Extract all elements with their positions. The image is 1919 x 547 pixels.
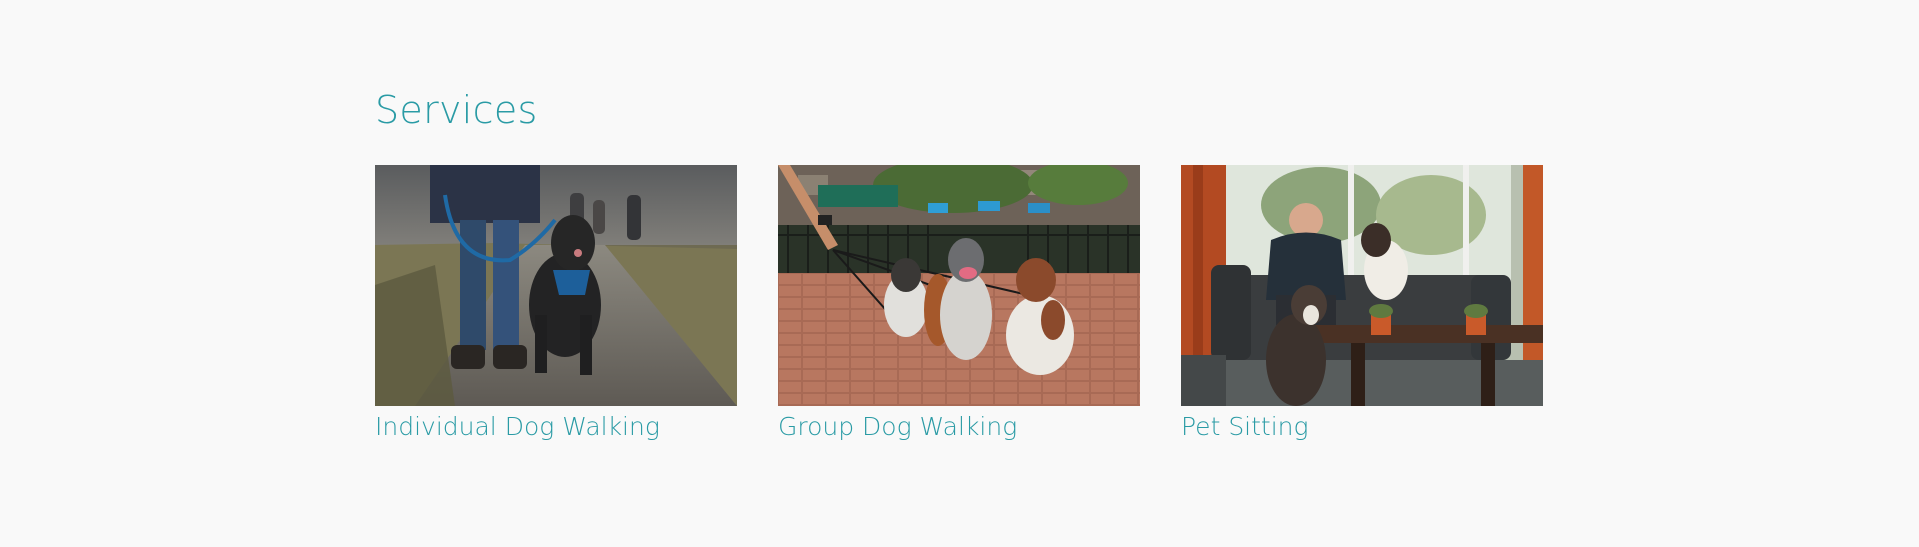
service-card-group-dog-walking: Group Dog Walking: [778, 165, 1140, 444]
group-dogs-photo: [778, 165, 1140, 406]
service-card-individual-dog-walking: Individual Dog Walking: [375, 165, 737, 444]
service-image-individual-dog-walking[interactable]: [375, 165, 737, 406]
dog-walking-photo: [375, 165, 737, 406]
service-card-pet-sitting: Pet Sitting: [1181, 165, 1543, 444]
service-image-group-dog-walking[interactable]: [778, 165, 1140, 406]
service-link-group-dog-walking[interactable]: Group Dog Walking: [778, 410, 1140, 444]
service-link-pet-sitting[interactable]: Pet Sitting: [1181, 410, 1543, 444]
services-card-grid: Individual Dog Walking Group Dog Walking…: [375, 165, 1545, 465]
service-image-pet-sitting[interactable]: [1181, 165, 1543, 406]
services-heading: Services: [375, 88, 538, 132]
service-link-individual-dog-walking[interactable]: Individual Dog Walking: [375, 410, 737, 444]
pet-sitting-photo: [1181, 165, 1543, 406]
services-section: Services Individual Dog Walking Group Do…: [375, 84, 1545, 441]
